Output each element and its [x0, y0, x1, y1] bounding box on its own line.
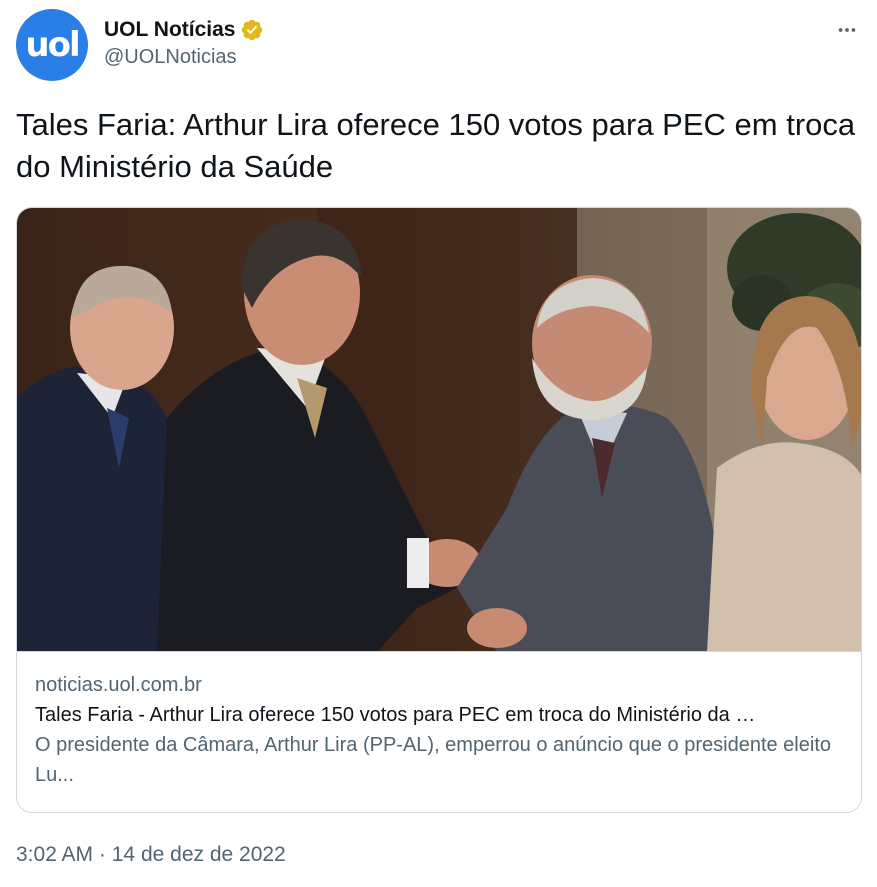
tweet-timestamp[interactable]: 3:02 AM · 14 de dez de 2022: [16, 840, 286, 870]
tweet-date[interactable]: 14 de dez de 2022: [112, 843, 286, 866]
tweet-header: uol UOL Notícias @UOLNoticias: [16, 8, 861, 82]
author-display-name-row[interactable]: UOL Notícias: [104, 16, 264, 44]
verified-badge-icon: [242, 19, 263, 41]
card-description[interactable]: O presidente da Câmara, Arthur Lira (PP-…: [35, 730, 845, 790]
avatar[interactable]: uol: [16, 9, 88, 81]
card-body[interactable]: noticias.uol.com.br Tales Faria - Arthur…: [35, 670, 845, 790]
author-handle[interactable]: @UOLNoticias: [104, 44, 264, 70]
tweet-time[interactable]: 3:02 AM: [16, 843, 93, 866]
more-dots-icon: [838, 28, 856, 32]
card-image[interactable]: [17, 208, 861, 652]
author-display-name[interactable]: UOL Notícias: [104, 16, 235, 44]
tweet-text: Tales Faria: Arthur Lira oferece 150 vot…: [16, 107, 856, 184]
card-title[interactable]: Tales Faria - Arthur Lira oferece 150 vo…: [35, 700, 845, 730]
card-domain[interactable]: noticias.uol.com.br: [35, 670, 845, 700]
card-photo: [17, 208, 861, 651]
author-names: UOL Notícias @UOLNoticias: [104, 16, 264, 70]
more-options-icon[interactable]: [833, 16, 861, 44]
link-card[interactable]: noticias.uol.com.br Tales Faria - Arthur…: [16, 207, 862, 813]
timestamp-separator: ·: [98, 843, 106, 866]
tweet: uol UOL Notícias @UOLNoticias Tales Fari…: [0, 0, 877, 887]
